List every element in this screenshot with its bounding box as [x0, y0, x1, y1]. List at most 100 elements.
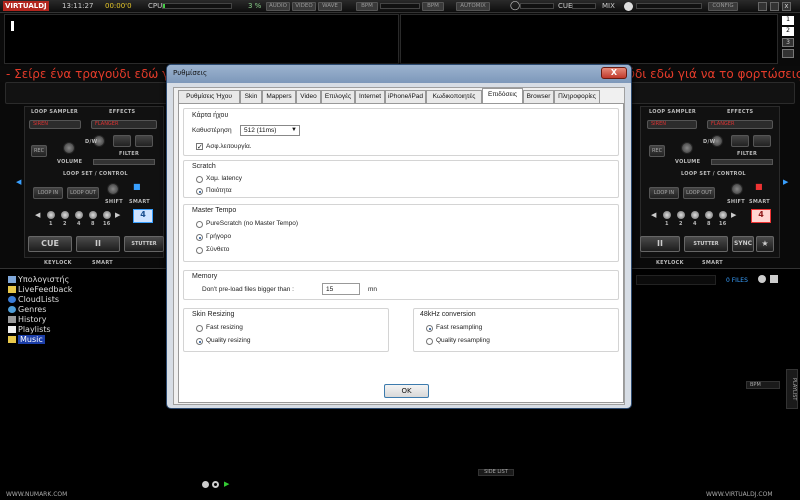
minimize-icon[interactable] — [758, 2, 767, 11]
tab-internet[interactable]: Internet — [355, 90, 385, 103]
fast-resampling-radio[interactable] — [426, 325, 433, 332]
next-loop-icon-right[interactable]: ▶ — [731, 211, 736, 219]
star-icon[interactable]: ★ — [756, 236, 774, 252]
play-arrow-icon[interactable]: ▶ — [224, 480, 229, 488]
video-button[interactable]: VIDEO — [292, 2, 316, 11]
search-options-icon[interactable] — [758, 275, 766, 283]
latency-select[interactable]: 512 (11ms) ▼ — [240, 125, 300, 136]
audio-button[interactable]: AUDIO — [266, 2, 290, 11]
beat-dot-16-right[interactable] — [719, 211, 727, 219]
waveform-left[interactable] — [4, 14, 399, 64]
stutter-button-right[interactable]: STUTTER — [684, 236, 728, 252]
prev-loop-icon[interactable]: ◀ — [35, 211, 40, 219]
beat-dot-1-right[interactable] — [663, 211, 671, 219]
smart-right[interactable]: SMART — [702, 260, 723, 266]
sampler-select-right[interactable]: SIREN — [647, 120, 697, 129]
tab-sound[interactable]: Ρυθμίσεις Ήχου — [178, 90, 240, 103]
effect-button-1[interactable] — [113, 135, 131, 147]
filter-slider-right[interactable] — [711, 159, 773, 165]
beat-dot-4[interactable] — [75, 211, 83, 219]
bpm-column-header[interactable]: BPM — [746, 381, 780, 389]
lock-icon-right[interactable]: ■ — [755, 182, 763, 191]
effect-button-2-right[interactable] — [753, 135, 771, 147]
prev-loop-icon-right[interactable]: ◀ — [651, 211, 656, 219]
filter-slider[interactable] — [93, 159, 155, 165]
effect-button-1-right[interactable] — [731, 135, 749, 147]
beat-dot-1[interactable] — [47, 211, 55, 219]
rec-button[interactable]: REC — [31, 145, 47, 157]
playlist-side-tab[interactable]: PLAYLIST — [786, 369, 798, 409]
tab-codecs[interactable]: Κωδικοποιητές — [426, 90, 482, 103]
scratch-quality-radio[interactable] — [196, 188, 203, 195]
rec-button-right[interactable]: REC — [649, 145, 665, 157]
loop-in-button-right[interactable]: LOOP IN — [649, 187, 679, 199]
effect-select-right[interactable]: FLANGER — [707, 120, 773, 129]
add-icon[interactable] — [202, 481, 209, 488]
cue-button[interactable]: CUE — [28, 236, 72, 252]
effect-select[interactable]: FLANGER — [91, 120, 157, 129]
tree-item-music[interactable]: Music — [8, 335, 45, 344]
ok-button[interactable]: OK — [384, 384, 429, 398]
stutter-button-left[interactable]: STUTTER — [124, 236, 164, 252]
search-icon[interactable] — [212, 481, 219, 488]
tab-video[interactable]: Video — [296, 90, 321, 103]
tree-item-livefeedback[interactable]: LiveFeedback — [8, 285, 72, 294]
tab-info[interactable]: Πληροφορίες — [554, 90, 600, 103]
beat-dot-8[interactable] — [89, 211, 97, 219]
beat-dot-2-right[interactable] — [677, 211, 685, 219]
quality-resampling-radio[interactable] — [426, 338, 433, 345]
next-loop-icon[interactable]: ▶ — [115, 211, 120, 219]
bpm-left-button[interactable]: BPM — [356, 2, 378, 11]
loop-out-button-right[interactable]: LOOP OUT — [683, 187, 715, 199]
waveform-right[interactable] — [400, 14, 778, 64]
close-icon[interactable]: x — [782, 2, 791, 11]
search-bar[interactable] — [636, 275, 716, 285]
beat-dot-2[interactable] — [61, 211, 69, 219]
side-list-tab[interactable]: SIDE LIST — [478, 469, 514, 476]
tab-iphone[interactable]: iPhone/iPad — [385, 90, 426, 103]
tree-item-computer[interactable]: Υπολογιστής — [8, 275, 69, 284]
preload-size-input[interactable]: 15 — [322, 283, 360, 295]
quality-resizing-radio[interactable] — [196, 338, 203, 345]
tab-options[interactable]: Επιλογές — [321, 90, 355, 103]
loop-out-button[interactable]: LOOP OUT — [67, 187, 99, 199]
fast-resizing-radio[interactable] — [196, 325, 203, 332]
sync-button[interactable]: SYNC — [732, 236, 754, 252]
sampler-volume-knob[interactable] — [63, 142, 75, 154]
cue-slider[interactable] — [520, 3, 554, 9]
keylock-right[interactable]: KEYLOCK — [656, 260, 684, 266]
beat-dot-8-right[interactable] — [705, 211, 713, 219]
left-deck-arrow-icon[interactable]: ◀ — [16, 178, 21, 186]
wave-button[interactable]: WAVE — [318, 2, 342, 11]
tab-mappers[interactable]: Mappers — [262, 90, 296, 103]
master-volume[interactable] — [636, 3, 702, 9]
beat-dot-16[interactable] — [103, 211, 111, 219]
purescratch-radio[interactable] — [196, 221, 203, 228]
fast-tempo-radio[interactable] — [196, 234, 203, 241]
list-view-icon[interactable] — [770, 275, 778, 283]
scratch-low-latency-radio[interactable] — [196, 176, 203, 183]
automix-button[interactable]: AUTOMIX — [456, 2, 490, 11]
bpm-right-button[interactable]: BPM — [422, 2, 444, 11]
beat-dot-4-right[interactable] — [691, 211, 699, 219]
effect-button-2[interactable] — [135, 135, 153, 147]
maximize-icon[interactable] — [770, 2, 779, 11]
tree-item-genres[interactable]: Genres — [8, 305, 46, 314]
shift-knob[interactable] — [107, 183, 119, 195]
right-deck-arrow-icon[interactable]: ▶ — [783, 178, 788, 186]
tree-item-playlists[interactable]: Playlists — [8, 325, 51, 334]
safe-mode-checkbox[interactable]: ✓ — [196, 143, 203, 151]
dialog-close-button[interactable]: X — [601, 67, 627, 79]
shift-knob-right[interactable] — [731, 183, 743, 195]
zoom-panel[interactable]: 1 2 3 — [782, 16, 794, 62]
sampler-select[interactable]: SIREN — [29, 120, 81, 129]
config-button[interactable]: CONFIG — [708, 2, 738, 11]
tab-skin[interactable]: Skin — [240, 90, 262, 103]
tree-item-cloudlists[interactable]: CloudLists — [8, 295, 59, 304]
headphone-volume[interactable] — [572, 3, 596, 9]
tree-item-history[interactable]: History — [8, 315, 46, 324]
lock-icon[interactable]: ■ — [133, 182, 141, 191]
smart-left[interactable]: SMART — [92, 260, 113, 266]
keylock-left[interactable]: KEYLOCK — [44, 260, 72, 266]
play-pause-button-left[interactable]: II — [76, 236, 120, 252]
